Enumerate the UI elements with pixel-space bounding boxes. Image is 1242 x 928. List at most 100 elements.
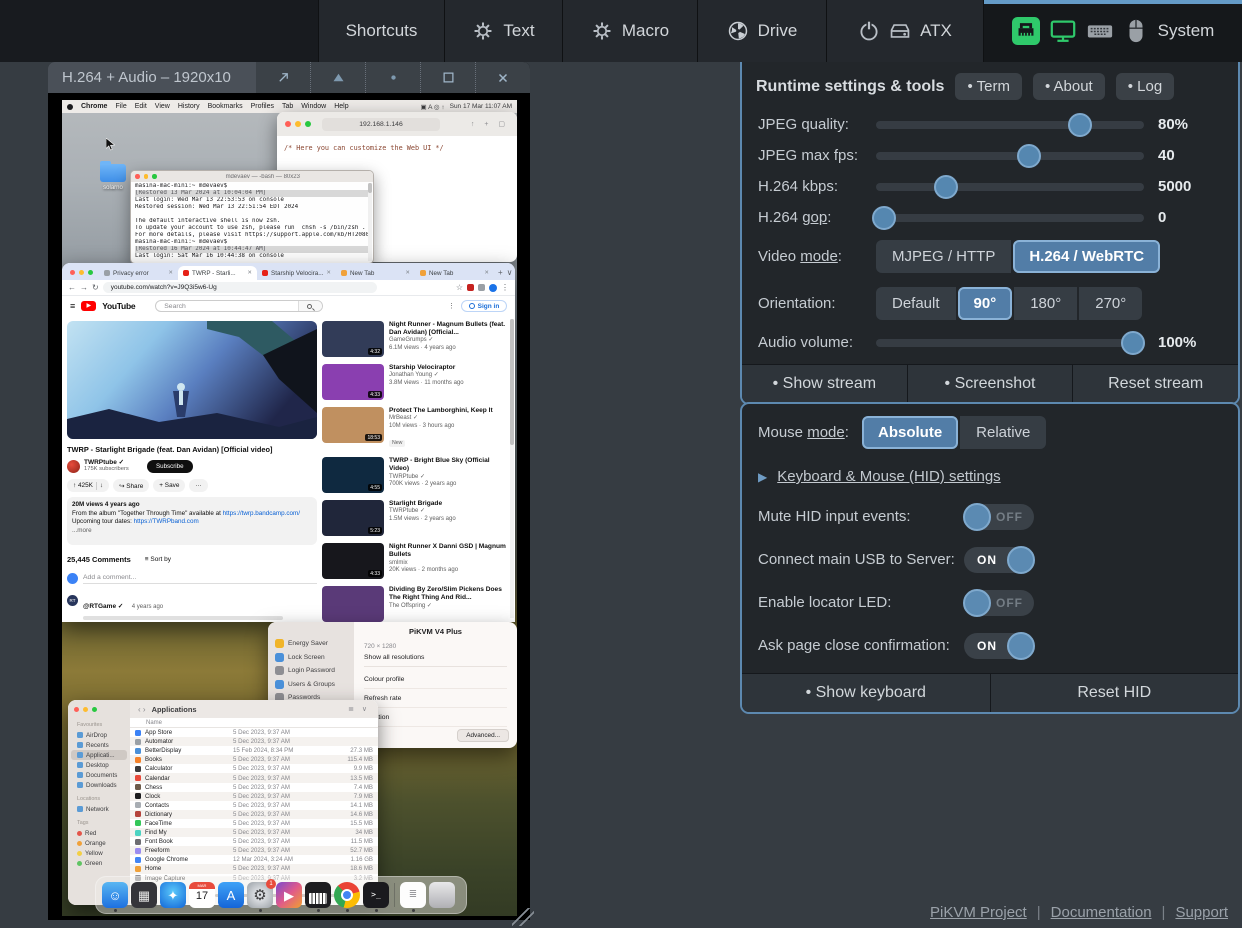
add-comment-field[interactable]: Add a comment... — [83, 574, 317, 584]
dock-icon[interactable]: >_ — [363, 882, 389, 908]
hid-settings-link[interactable]: Keyboard & Mouse (HID) settings — [777, 468, 1000, 485]
suggested-video[interactable]: Dividing By Zero/Slim Pickens Does The R… — [322, 586, 510, 622]
toggle-switch[interactable]: ON — [964, 547, 1034, 573]
finder-row[interactable]: Contacts 5 Dec 2023, 9:37 AM 14.1 MB — [130, 801, 378, 810]
orientation-option[interactable]: Default — [876, 287, 956, 320]
suggested-video[interactable]: 4:33 Night Runner X Danni GSD | Magnum B… — [322, 543, 510, 579]
stream-action-button[interactable]: • Screenshot — [908, 365, 1074, 403]
dock-icon[interactable]: ▦ — [131, 882, 157, 908]
finder-row[interactable]: Dictionary 5 Dec 2023, 9:37 AM 14.6 MB — [130, 810, 378, 819]
toggle-switch[interactable]: OFF — [964, 590, 1034, 616]
slider-thumb[interactable] — [1121, 331, 1145, 355]
tab-close-icon[interactable]: ✕ — [247, 270, 252, 276]
slider-thumb[interactable] — [1068, 113, 1092, 137]
finder-row[interactable]: BetterDisplay 15 Feb 2024, 8:34 PM 27.3 … — [130, 746, 378, 755]
bandcamp-link[interactable]: https://twrp.bandcamp.com/ — [223, 510, 300, 517]
dock-icon[interactable]: ✦ — [160, 882, 186, 908]
traffic-lights[interactable] — [74, 707, 130, 712]
settings-sidebar-item[interactable]: Energy Saver — [268, 637, 354, 651]
gop-tooltip-link[interactable]: gop — [802, 209, 827, 226]
video-mode-option[interactable]: H.264 / WebRTC — [1013, 240, 1160, 273]
finder-sidebar-item[interactable]: Orange — [71, 838, 127, 848]
settings-row[interactable]: Refresh rate — [364, 689, 507, 708]
stream-action-button[interactable]: • Show stream — [742, 365, 908, 403]
profile-avatar[interactable] — [489, 284, 497, 292]
finder-sidebar-item[interactable]: Network — [71, 804, 127, 814]
channel-avatar[interactable] — [67, 460, 80, 473]
browser-tab[interactable]: Starship Velocira... ✕ — [257, 266, 336, 280]
resize-arrow-icon[interactable] — [256, 62, 310, 93]
settings-row[interactable]: Rotation — [364, 708, 507, 727]
finder-row[interactable]: FaceTime 5 Dec 2023, 9:37 AM 15.5 MB — [130, 819, 378, 828]
more-actions-button[interactable]: ··· — [189, 479, 207, 492]
mode-tooltip-link[interactable]: mode — [800, 248, 838, 265]
mac-menu-item[interactable]: Chrome — [77, 103, 111, 110]
finder-row[interactable]: Calendar 5 Dec 2023, 9:37 AM 13.5 MB — [130, 773, 378, 782]
dock-icon[interactable] — [429, 882, 455, 908]
mac-menu-item[interactable]: Help — [330, 103, 352, 110]
window-toggle-button[interactable]: • Log — [1116, 73, 1174, 100]
desktop-folder-icon[interactable] — [100, 164, 126, 182]
mac-menu-item[interactable]: Tab — [278, 103, 297, 110]
footer-link[interactable]: PiKVM Project — [930, 904, 1027, 921]
settings-sidebar-item[interactable]: Users & Groups — [268, 678, 354, 692]
finder-row[interactable]: Font Book 5 Dec 2023, 9:37 AM 11.5 MB — [130, 837, 378, 846]
mac-menu-item[interactable]: View — [151, 103, 174, 110]
back-icon[interactable]: ← — [68, 283, 76, 292]
settings-sidebar-item[interactable]: Lock Screen — [268, 651, 354, 665]
channel-name[interactable]: TWRPtube ✓ — [84, 459, 129, 466]
menu-system[interactable]: System — [983, 0, 1242, 62]
orientation-option[interactable]: 180° — [1014, 287, 1077, 320]
toggle-switch[interactable]: OFF — [964, 504, 1034, 530]
finder-sidebar-item[interactable]: Downloads — [71, 780, 127, 790]
hamburger-icon[interactable]: ≡ — [70, 301, 75, 311]
finder-sidebar-item[interactable]: Documents — [71, 770, 127, 780]
slider-thumb[interactable] — [872, 206, 896, 230]
editor-url[interactable]: 192.168.1.146 — [322, 118, 440, 131]
hid-action-button[interactable]: • Show keyboard — [742, 674, 991, 712]
browser-tab[interactable]: Privacy error ✕ — [99, 266, 178, 280]
traffic-lights[interactable] — [70, 270, 93, 275]
dock-icon[interactable]: ≣ — [400, 882, 426, 908]
youtube-logo-text[interactable]: YouTube — [102, 301, 135, 311]
settings-sidebar-item[interactable]: Login Password — [268, 664, 354, 678]
mac-menu-item[interactable]: Window — [297, 103, 330, 110]
hid-action-button[interactable]: Reset HID — [991, 674, 1239, 712]
slider-thumb[interactable] — [1017, 144, 1041, 168]
finder-row[interactable]: Automator 5 Dec 2023, 9:37 AM — [130, 737, 378, 746]
h264-gop-slider[interactable] — [876, 214, 1144, 222]
window-toggle-button[interactable]: • About — [1033, 73, 1105, 100]
finder-sidebar-item[interactable]: Red — [71, 828, 127, 838]
suggested-video[interactable]: 18:53 Protect The Lamborghini, Keep It M… — [322, 407, 510, 450]
more-options-icon[interactable]: ⋮ — [448, 302, 455, 310]
stream-window-header[interactable]: H.264 + Audio – 1920x10 — [48, 62, 530, 93]
mode-tooltip-link[interactable]: mode — [807, 424, 845, 441]
tab-close-icon[interactable]: ✕ — [326, 270, 331, 276]
finder-sidebar-item[interactable]: Green — [71, 858, 127, 868]
commenter-name[interactable]: @RTGame ✓ — [83, 603, 123, 610]
tab-search-caret[interactable]: ∨ — [507, 268, 513, 277]
dock-icon[interactable]: ▶ — [276, 882, 302, 908]
finder-sidebar-item[interactable]: Desktop — [71, 760, 127, 770]
finder-sidebar-item[interactable]: Applicati... — [71, 750, 127, 760]
video-mode-option[interactable]: MJPEG / HTTP — [876, 240, 1011, 273]
extension-icon[interactable] — [467, 284, 474, 291]
new-tab-button[interactable]: + — [498, 268, 503, 277]
video-stream[interactable]: ChromeFileEditViewHistoryBookmarksProfil… — [48, 93, 530, 920]
menu-drive[interactable]: Drive — [697, 0, 826, 62]
stream-action-button[interactable]: Reset stream — [1073, 365, 1238, 403]
orientation-option[interactable]: 90° — [958, 287, 1013, 320]
mac-menu-item[interactable]: Edit — [131, 103, 151, 110]
footer-link[interactable]: | — [1037, 904, 1041, 921]
signin-button[interactable]: Sign in — [461, 300, 507, 312]
browser-tab[interactable]: New Tab ✕ — [336, 266, 415, 280]
dock-icon[interactable] — [334, 882, 360, 908]
chrome-menu-icon[interactable]: ⋮ — [501, 283, 509, 292]
square-icon[interactable] — [420, 62, 475, 93]
show-all-resolutions[interactable]: Show all resolutions — [364, 654, 507, 667]
subscribe-button[interactable]: Subscribe — [147, 460, 193, 473]
save-button[interactable]: + Save — [153, 479, 185, 492]
search-icon[interactable] — [298, 301, 322, 311]
finder-row[interactable]: Home 5 Dec 2023, 9:37 AM 18.6 MB — [130, 864, 378, 873]
finder-row[interactable]: Clock 5 Dec 2023, 9:37 AM 7.9 MB — [130, 792, 378, 801]
